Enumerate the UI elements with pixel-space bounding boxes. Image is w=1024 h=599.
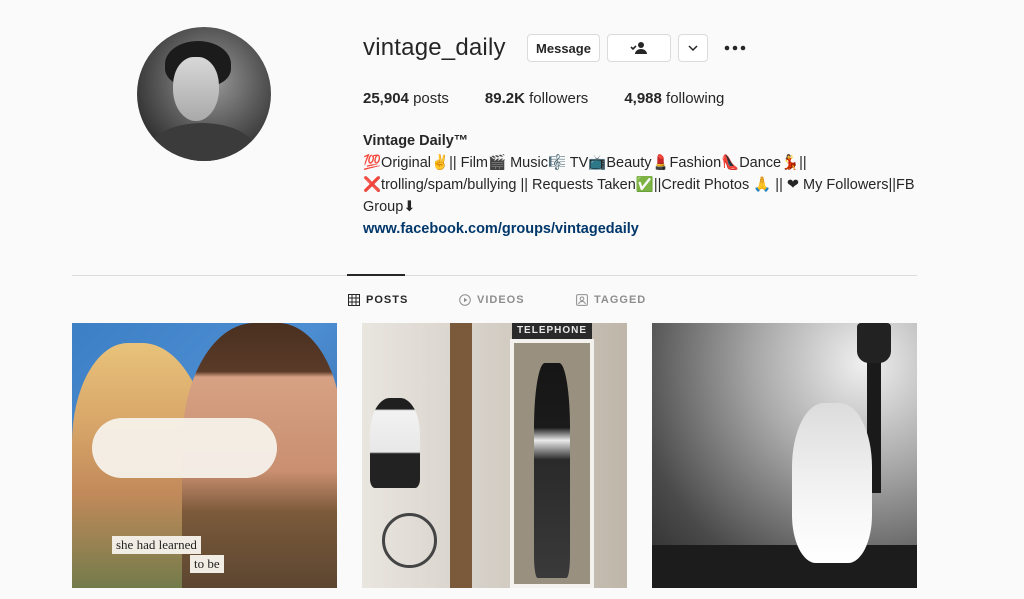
tab-posts[interactable]: POSTS bbox=[348, 294, 408, 306]
post-caption-1: she had learned bbox=[112, 536, 201, 554]
tag-icon bbox=[576, 294, 588, 306]
post-figure-woman bbox=[534, 363, 570, 578]
following-stat[interactable]: 4,988 following bbox=[624, 90, 724, 107]
followers-stat[interactable]: 89.2K followers bbox=[485, 90, 588, 107]
following-count: 4,988 bbox=[624, 90, 662, 107]
message-button[interactable]: Message bbox=[527, 34, 600, 62]
chevron-down-icon bbox=[688, 45, 698, 51]
following-button[interactable] bbox=[607, 34, 671, 62]
following-label: following bbox=[666, 90, 725, 107]
post-lamp-head bbox=[857, 323, 891, 363]
avatar[interactable] bbox=[137, 27, 271, 161]
profile-page: vintage_daily Message 25,904 posts 89.2K… bbox=[0, 0, 1024, 599]
tab-tagged-label: TAGGED bbox=[594, 294, 647, 306]
play-icon bbox=[459, 294, 471, 306]
post-mask-shape bbox=[92, 418, 277, 478]
tab-tagged[interactable]: TAGGED bbox=[576, 294, 646, 306]
post-thumbnail[interactable]: TELEPHONE bbox=[362, 323, 627, 588]
bio-line-2: ❌trolling/spam/bullying || Requests Take… bbox=[363, 177, 915, 193]
post-caption-2: to be bbox=[190, 555, 224, 573]
posts-count: 25,904 bbox=[363, 90, 409, 107]
post-floor bbox=[652, 545, 917, 588]
avatar-face bbox=[173, 57, 219, 121]
tabs-divider bbox=[72, 275, 917, 276]
post-pole bbox=[450, 323, 472, 588]
bio-name: Vintage Daily™ bbox=[363, 133, 469, 149]
post-bike-wheel bbox=[382, 513, 437, 568]
post-sign: TELEPHONE bbox=[512, 323, 592, 339]
suggested-dropdown-button[interactable] bbox=[678, 34, 708, 62]
bio-line-3: Group⬇ bbox=[363, 199, 416, 215]
posts-stat: 25,904 posts bbox=[363, 90, 449, 107]
profile-stats: 25,904 posts 89.2K followers 4,988 follo… bbox=[363, 90, 760, 107]
username: vintage_daily bbox=[363, 34, 506, 61]
bio-link[interactable]: www.facebook.com/groups/vintagedaily bbox=[363, 218, 923, 240]
post-thumbnail[interactable]: she had learned to be bbox=[72, 323, 337, 588]
post-figure-boy bbox=[370, 398, 420, 488]
ellipsis-icon bbox=[724, 45, 746, 51]
post-figure-dancer bbox=[792, 403, 872, 563]
posts-label: posts bbox=[413, 90, 449, 107]
bio-line-1: 💯Original✌️|| Film🎬 Music🎼 TV📺Beauty💄Fas… bbox=[363, 155, 807, 171]
tab-posts-label: POSTS bbox=[366, 294, 409, 306]
tab-videos[interactable]: VIDEOS bbox=[459, 294, 525, 306]
post-thumbnail[interactable] bbox=[652, 323, 917, 588]
active-tab-indicator bbox=[347, 274, 405, 276]
followers-label: followers bbox=[529, 90, 589, 107]
tab-videos-label: VIDEOS bbox=[477, 294, 525, 306]
grid-icon bbox=[348, 294, 360, 306]
followers-count: 89.2K bbox=[484, 90, 525, 107]
more-options-button[interactable] bbox=[722, 38, 748, 58]
avatar-shoulder bbox=[147, 123, 257, 161]
person-check-icon bbox=[630, 42, 647, 54]
profile-bio: Vintage Daily™ 💯Original✌️|| Film🎬 Music… bbox=[363, 130, 923, 240]
